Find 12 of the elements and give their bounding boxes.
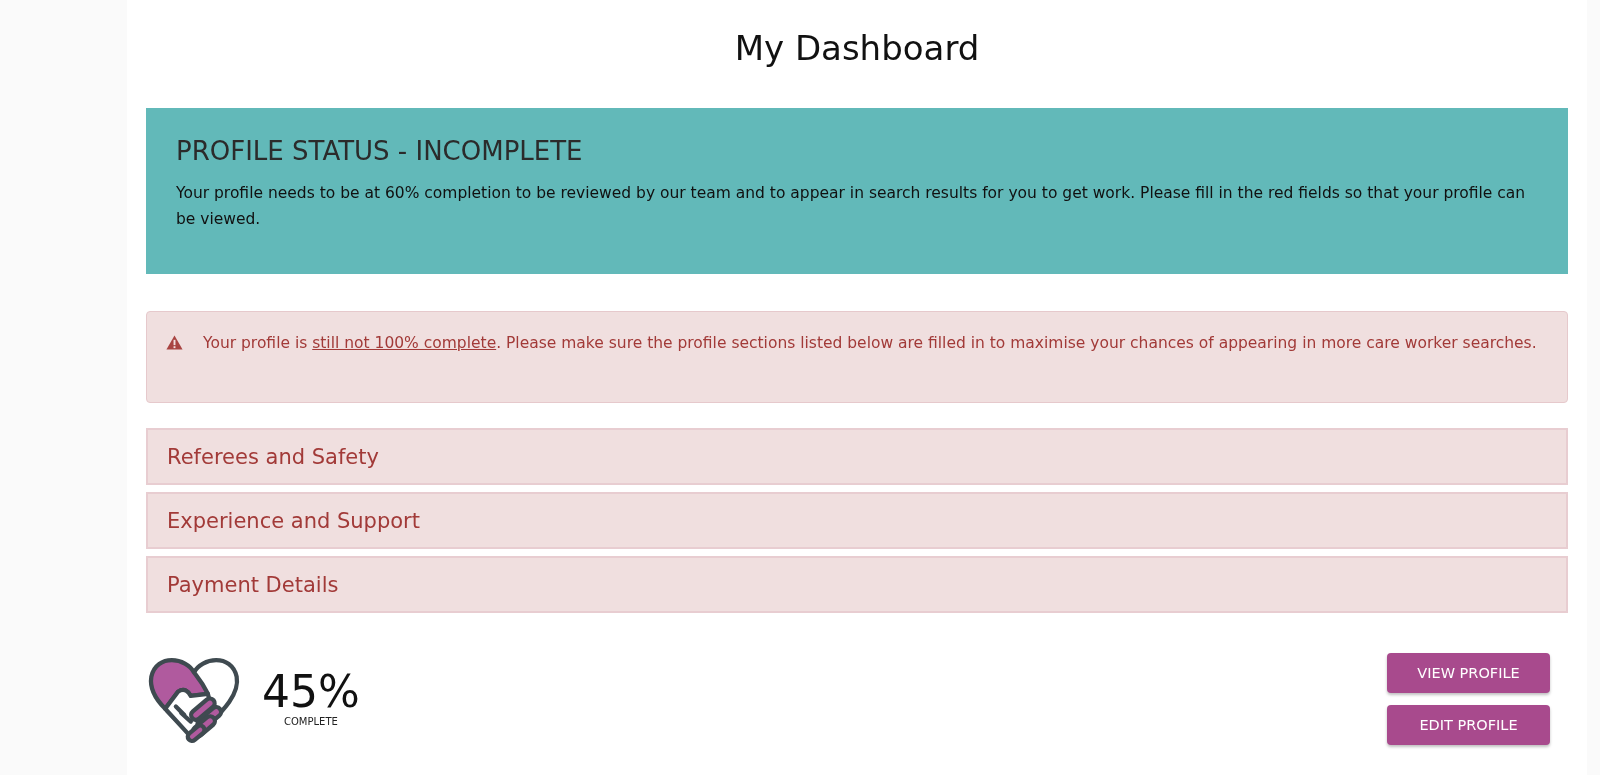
section-header[interactable]: Experience and Support xyxy=(146,492,1568,549)
section-header[interactable]: Payment Details xyxy=(146,556,1568,613)
page-title: My Dashboard xyxy=(733,27,981,70)
section-header[interactable]: Referees and Safety xyxy=(146,428,1568,485)
warning-icon xyxy=(166,335,183,350)
status-text: Your profile needs to be at 60% completion to be reviewed by our team and to appear in search results for you to get work. Please fill in the red fields so that your profile can be viewed. xyxy=(176,183,1527,230)
profile-button[interactable]: EDIT PROFILE xyxy=(1387,705,1550,745)
alert-link[interactable]: still not 100% complete xyxy=(312,334,497,352)
completion-caption: COMPLETE xyxy=(284,715,338,727)
profile-button[interactable]: VIEW PROFILE xyxy=(1387,653,1550,693)
completion-percent: 45% xyxy=(262,667,360,716)
status-title: PROFILE STATUS - INCOMPLETE xyxy=(176,136,584,166)
